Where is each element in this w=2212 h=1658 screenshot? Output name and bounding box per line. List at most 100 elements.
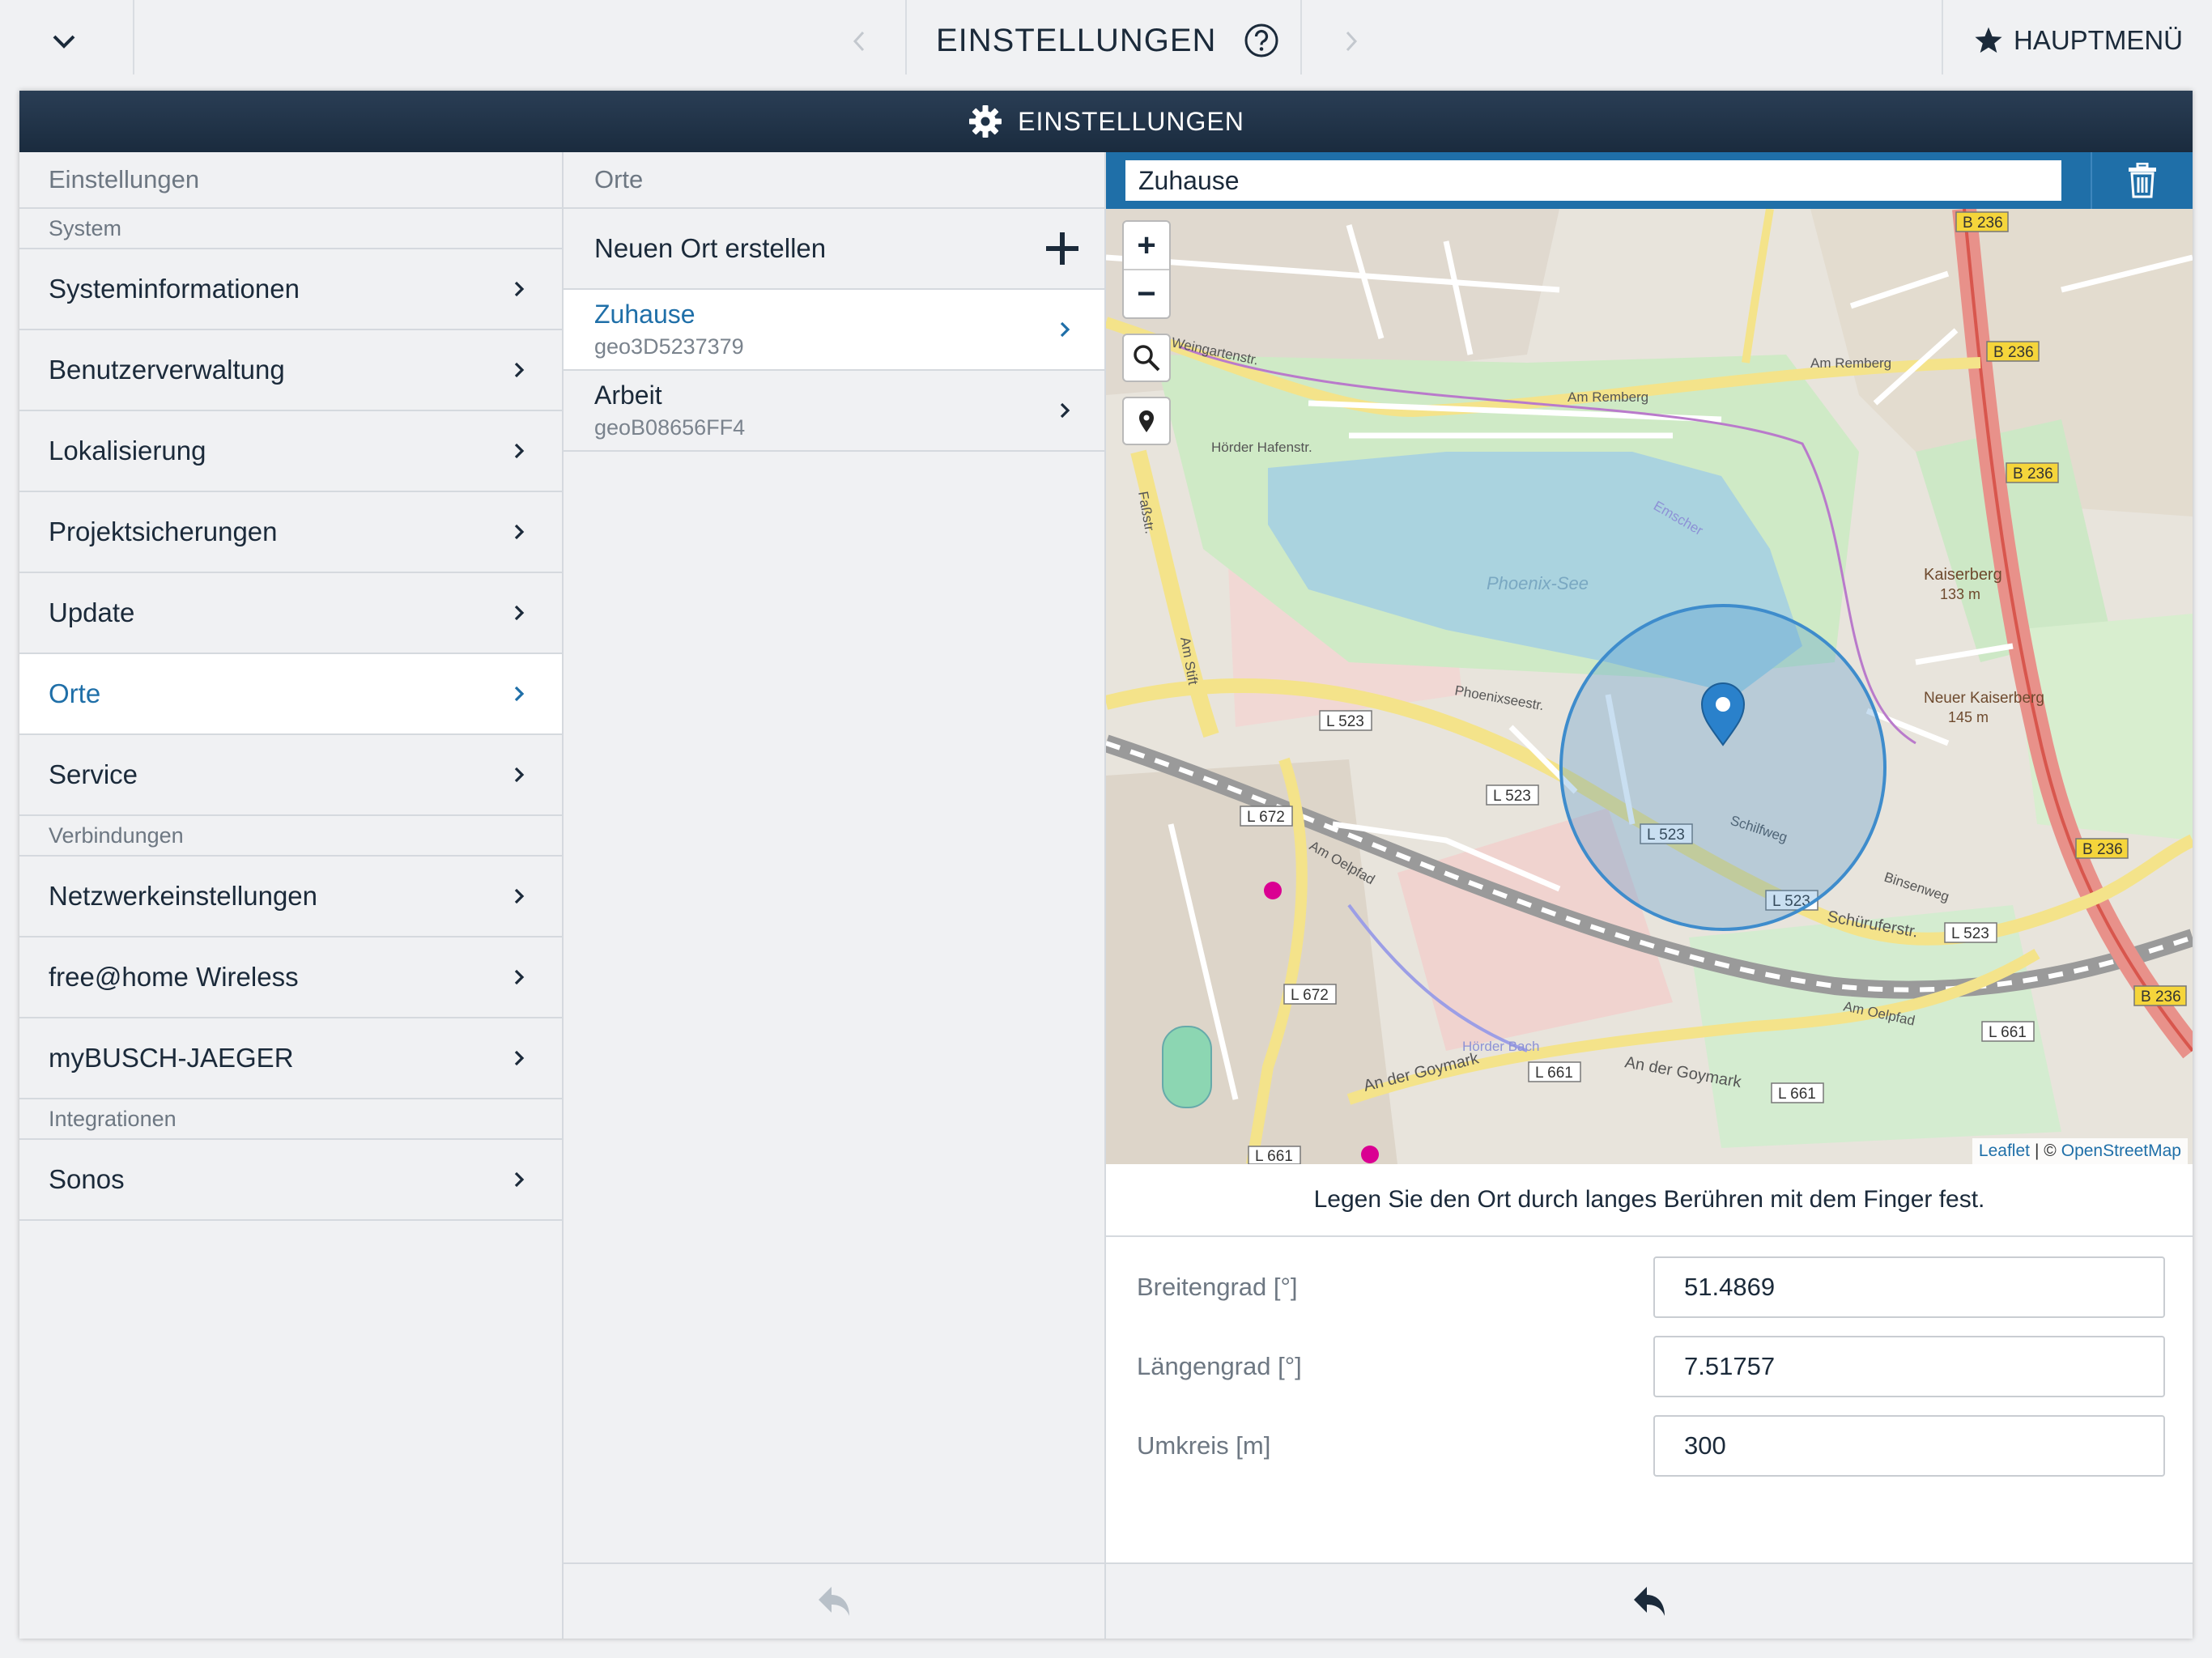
nav-item-sonos[interactable]: Sonos — [19, 1140, 562, 1221]
plus-icon — [1046, 232, 1078, 265]
place-name-input[interactable] — [1125, 160, 2061, 201]
places-footer — [564, 1562, 1104, 1639]
nav-item-mybusch-jaeger[interactable]: myBUSCH-JAEGER — [19, 1018, 562, 1099]
map-view[interactable]: B 236 B 236 B 236 B 236 B 236 L 523 L 52… — [1106, 209, 2193, 1164]
section-verbindungen: Verbindungen — [19, 816, 562, 857]
divider — [1300, 0, 1302, 74]
road-label-b236: B 236 — [2082, 841, 2123, 858]
nav-item-update[interactable]: Update — [19, 573, 562, 654]
osm-link[interactable]: OpenStreetMap — [2061, 1141, 2181, 1161]
window-title: EINSTELLUNGEN — [1018, 106, 1244, 136]
chevron-right-icon — [514, 686, 525, 702]
chevron-right-icon — [1060, 402, 1070, 419]
place-item-zuhause[interactable]: Zuhause geo3D5237379 — [564, 290, 1104, 371]
place-name: Arbeit — [594, 380, 662, 410]
nav-item-label: free@home Wireless — [49, 962, 299, 992]
detail-footer — [1106, 1562, 2193, 1639]
road-label-l672: L 672 — [1247, 809, 1285, 826]
lake-label: Phoenix-See — [1487, 573, 1589, 593]
leaflet-link[interactable]: Leaflet — [1979, 1141, 2030, 1161]
nav-item-label: Systeminformationen — [49, 274, 300, 304]
page-title-text: EINSTELLUNGEN — [936, 22, 1217, 58]
latitude-input[interactable] — [1653, 1256, 2165, 1318]
divider — [133, 0, 134, 74]
chevron-right-icon — [514, 362, 525, 378]
nav-item-orte[interactable]: Orte — [19, 654, 562, 735]
road-label-l523: L 523 — [1493, 788, 1531, 805]
back-arrow-icon[interactable] — [815, 1584, 853, 1619]
chevron-left-icon — [853, 31, 865, 52]
nav-item-service[interactable]: Service — [19, 735, 562, 816]
nav-item-lokalisierung[interactable]: Lokalisierung — [19, 411, 562, 492]
road-label-l661: L 661 — [1989, 1024, 2027, 1041]
radius-circle — [1559, 604, 1887, 931]
nav-item-benutzerverwaltung[interactable]: Benutzerverwaltung — [19, 330, 562, 411]
star-icon — [1975, 27, 2002, 53]
zoom-in-button[interactable]: + — [1124, 222, 1169, 270]
map-search-button[interactable] — [1122, 334, 1171, 382]
road-label-l661: L 661 — [1255, 1148, 1293, 1164]
road-label-b236: B 236 — [1993, 344, 2034, 361]
nav-item-label: Lokalisierung — [49, 436, 206, 466]
road-label-l523: L 523 — [1326, 713, 1364, 730]
peak-label: Kaiserberg — [1924, 566, 2002, 584]
chevron-right-icon — [514, 767, 525, 783]
create-place-button[interactable]: Neuen Ort erstellen — [564, 209, 1104, 290]
peak-label: Neuer Kaiserberg — [1924, 690, 2044, 707]
street-label: Am Remberg — [1810, 355, 1891, 371]
gear-icon — [969, 105, 1002, 138]
settings-nav: Einstellungen System Systeminformationen… — [19, 152, 564, 1639]
locate-button[interactable] — [1122, 397, 1171, 445]
nav-item-label: Netzwerkeinstellungen — [49, 881, 318, 911]
road-label-b236: B 236 — [2141, 988, 2181, 1005]
attribution-separator: | © — [2034, 1141, 2057, 1160]
nav-item-netzwerkeinstellungen[interactable]: Netzwerkeinstellungen — [19, 857, 562, 937]
road-label-l661: L 661 — [1535, 1065, 1573, 1082]
back-nav-button[interactable] — [839, 21, 879, 62]
road-label-l672: L 672 — [1291, 987, 1329, 1004]
zoom-out-button[interactable]: − — [1124, 270, 1169, 317]
road-label-b236: B 236 — [2013, 466, 2053, 483]
nav-item-label: Sonos — [49, 1164, 125, 1194]
collapse-button[interactable] — [37, 21, 91, 62]
stream-label: Hörder Bach — [1462, 1039, 1539, 1054]
top-bar: EINSTELLUNGEN HAUPTMENÜ — [0, 0, 2212, 91]
place-id: geo3D5237379 — [594, 334, 744, 359]
peak-elevation: 133 m — [1940, 586, 1980, 602]
chevron-right-icon — [1346, 31, 1358, 52]
place-name-bar — [1106, 152, 2193, 209]
places-list: Orte Neuen Ort erstellen Zuhause geo3D52… — [564, 152, 1106, 1639]
create-place-label: Neuen Ort erstellen — [594, 233, 827, 263]
chevron-down-icon — [53, 35, 75, 49]
map-pin-icon — [1139, 410, 1154, 432]
delete-place-button[interactable] — [2091, 152, 2193, 209]
section-system: System — [19, 209, 562, 249]
search-icon — [1134, 345, 1160, 372]
radius-input[interactable] — [1653, 1415, 2165, 1477]
divider — [1942, 0, 1943, 74]
nav-item-systeminformationen[interactable]: Systeminformationen — [19, 249, 562, 330]
radius-label: Umkreis [m] — [1137, 1431, 1271, 1460]
street-label: Hörder Hafenstr. — [1211, 440, 1312, 455]
window-header: EINSTELLUNGEN — [19, 91, 2193, 152]
back-arrow-icon[interactable] — [1631, 1584, 1668, 1619]
settings-nav-header: Einstellungen — [19, 152, 562, 209]
chevron-right-icon — [514, 605, 525, 621]
main-menu-button[interactable]: HAUPTMENÜ — [1973, 18, 2183, 63]
longitude-input[interactable] — [1653, 1336, 2165, 1397]
chevron-right-icon — [514, 1171, 525, 1188]
nav-item-freeathome-wireless[interactable]: free@home Wireless — [19, 937, 562, 1018]
help-button[interactable] — [1244, 23, 1279, 58]
forward-nav-button[interactable] — [1331, 21, 1372, 62]
latitude-label: Breitengrad [°] — [1137, 1273, 1298, 1301]
zoom-control: + − — [1122, 220, 1171, 319]
section-integrationen: Integrationen — [19, 1099, 562, 1140]
settings-window: EINSTELLUNGEN Einstellungen System Syste… — [19, 91, 2193, 1639]
place-detail: B 236 B 236 B 236 B 236 B 236 L 523 L 52… — [1106, 152, 2193, 1639]
place-text: Zuhause geo3D5237379 — [594, 300, 744, 359]
nav-item-projektsicherungen[interactable]: Projektsicherungen — [19, 492, 562, 573]
place-text: Arbeit geoB08656FF4 — [594, 380, 745, 440]
chevron-right-icon — [514, 281, 525, 297]
place-item-arbeit[interactable]: Arbeit geoB08656FF4 — [564, 371, 1104, 452]
map-hint: Legen Sie den Ort durch langes Berühren … — [1106, 1164, 2193, 1237]
